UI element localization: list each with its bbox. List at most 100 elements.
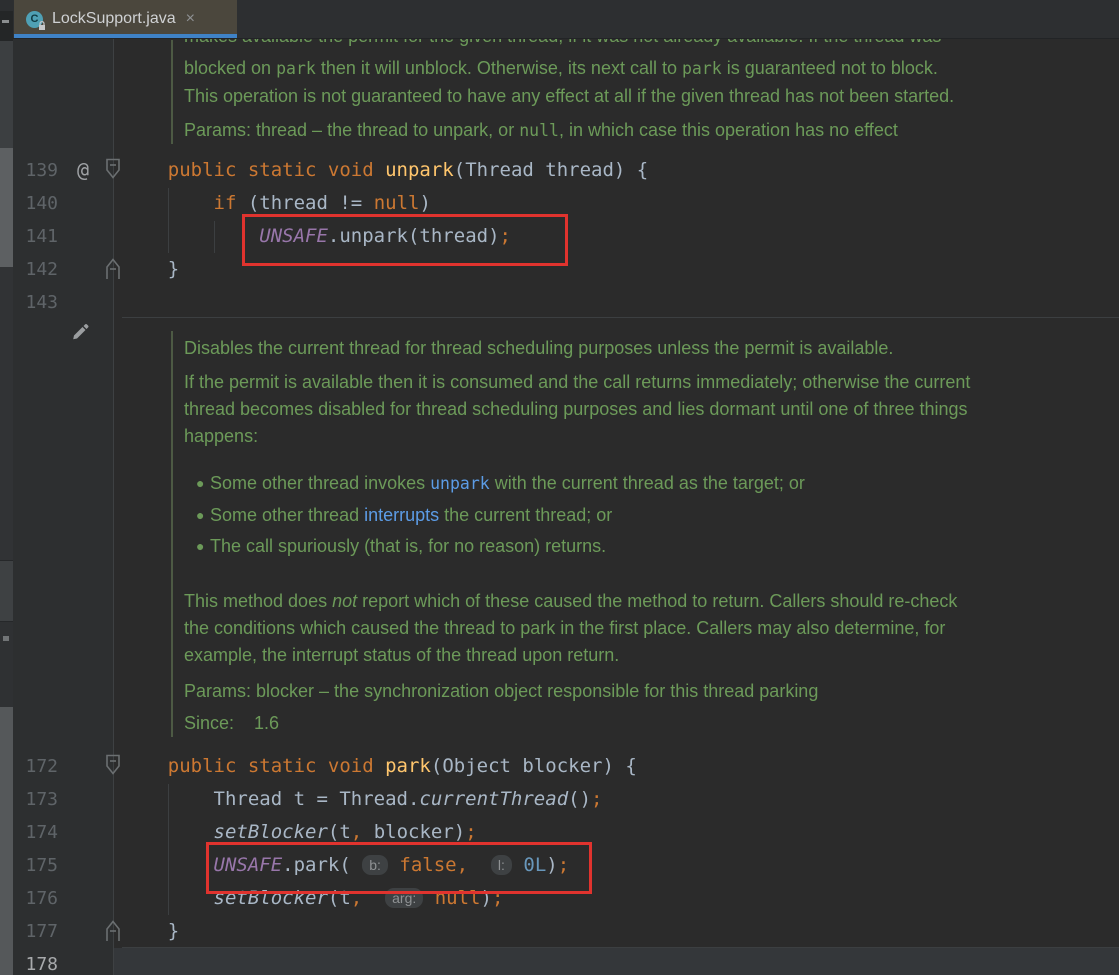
doc-text: with the current thread as the target; o… <box>490 473 805 493</box>
stripe-segment <box>0 41 13 148</box>
code-token: (thread != <box>248 192 374 214</box>
stripe-segment <box>0 0 13 11</box>
code-line-142[interactable]: } <box>122 253 179 286</box>
code-token: ; <box>465 821 476 843</box>
code-line-139[interactable]: public static void unpark(Thread thread)… <box>122 154 648 187</box>
doc-link[interactable]: unpark <box>430 474 490 493</box>
stripe-segment <box>0 621 13 708</box>
doc-text: This operation is not guaranteed to have… <box>184 86 954 106</box>
tab-close-icon[interactable]: × <box>186 11 195 27</box>
method-separator <box>122 317 1119 318</box>
doc-text: , in which case this operation has no ef… <box>559 120 898 140</box>
doc-text: report which of these caused the method … <box>357 591 957 611</box>
doc-text: then it will unblock. Otherwise, its nex… <box>316 58 682 78</box>
doc-text: park <box>682 59 722 78</box>
doc-line: If the permit is available then it is co… <box>184 368 970 396</box>
code-token: } <box>122 258 179 280</box>
doc-comment-border <box>171 331 173 737</box>
fold-end-icon[interactable] <box>103 917 123 945</box>
doc-line: example, the interrupt status of the thr… <box>184 641 619 669</box>
doc-line: blocked on park then it will unblock. Ot… <box>184 54 938 82</box>
line-number-139[interactable]: 139 <box>13 154 58 187</box>
line-number-178[interactable]: 178 <box>13 948 58 975</box>
stripe-segment <box>0 267 13 560</box>
doc-text: The call spuriously (that is, for no rea… <box>210 536 606 556</box>
doc-line: This method does not report which of the… <box>184 587 957 615</box>
code-token: if <box>214 192 248 214</box>
line-number-173[interactable]: 173 <box>13 783 58 816</box>
doc-comment-border <box>171 40 173 144</box>
stripe-dash-icon <box>2 20 9 23</box>
doc-text: This method does <box>184 591 332 611</box>
tab-locksupport-java[interactable]: C LockSupport.java × <box>14 0 237 38</box>
code-token <box>122 192 214 214</box>
code-line-172[interactable]: public static void park(Object blocker) … <box>122 750 637 783</box>
code-token: ) <box>419 192 430 214</box>
bullet-icon: ● <box>196 469 210 497</box>
line-number-140[interactable]: 140 <box>13 187 58 220</box>
line-number-176[interactable]: 176 <box>13 882 58 915</box>
fold-start-icon[interactable] <box>103 156 123 184</box>
line-number-172[interactable]: 172 <box>13 750 58 783</box>
line-number-142[interactable]: 142 <box>13 253 58 286</box>
bullet-icon: ● <box>196 532 210 560</box>
doc-line: the conditions which caused the thread t… <box>184 614 945 642</box>
code-token: blocker) <box>362 821 465 843</box>
doc-text: not <box>332 591 357 611</box>
fold-end-icon[interactable] <box>103 255 123 283</box>
line-number-174[interactable]: 174 <box>13 816 58 849</box>
code-token: setBlocker <box>214 821 328 843</box>
doc-line: Since: 1.6 <box>184 709 279 737</box>
code-token: Thread t = Thread. <box>122 788 419 810</box>
doc-line: This operation is not guaranteed to have… <box>184 82 954 110</box>
fold-start-icon[interactable] <box>103 752 123 780</box>
doc-text: the conditions which caused the thread t… <box>184 618 945 638</box>
ide-window: C LockSupport.java × 1391401411421431721… <box>0 0 1119 975</box>
code-token: (Object blocker) { <box>431 755 637 777</box>
red-highlight-box <box>242 214 568 266</box>
doc-line: Disables the current thread for thread s… <box>184 334 893 362</box>
doc-line: Params: blocker – the synchronization ob… <box>184 677 818 705</box>
java-class-icon: C <box>26 11 43 28</box>
code-token: } <box>122 920 179 942</box>
line-number-143[interactable]: 143 <box>13 286 58 319</box>
code-token: public static void <box>168 755 385 777</box>
doc-text: If the permit is available then it is co… <box>184 372 970 392</box>
code-token: public static void <box>168 159 385 181</box>
code-token: () <box>568 788 591 810</box>
code-token: ; <box>591 788 602 810</box>
doc-line: ●Some other thread invokes unpark with t… <box>196 469 805 497</box>
doc-text: Disables the current thread for thread s… <box>184 338 893 358</box>
line-number-175[interactable]: 175 <box>13 849 58 882</box>
tab-title: LockSupport.java <box>52 10 176 28</box>
edit-doc-pencil-icon[interactable] <box>68 320 92 344</box>
stripe-segment <box>0 560 13 622</box>
doc-line: ●Some other thread interrupts the curren… <box>196 501 612 529</box>
code-line-177[interactable]: } <box>122 915 179 948</box>
code-line-173[interactable]: Thread t = Thread.currentThread(); <box>122 783 602 816</box>
doc-text: Some other thread invokes <box>210 473 430 493</box>
bullet-icon: ● <box>196 501 210 529</box>
doc-text: Params: thread – the thread to unpark, o… <box>184 120 519 140</box>
line-number-141[interactable]: 141 <box>13 220 58 253</box>
stripe-dot-icon <box>3 636 9 641</box>
method-separator <box>122 947 1119 948</box>
doc-text: Since: 1.6 <box>184 713 279 733</box>
line-number-177[interactable]: 177 <box>13 915 58 948</box>
doc-text: Some other thread <box>210 505 364 525</box>
caret-line-highlight <box>114 948 1119 975</box>
code-token: currentThread <box>419 788 568 810</box>
annotation-gutter-icon[interactable]: @ <box>70 154 96 187</box>
doc-link[interactable]: interrupts <box>364 505 439 525</box>
doc-line: ●The call spuriously (that is, for no re… <box>196 532 606 560</box>
doc-text: thread becomes disabled for thread sched… <box>184 399 968 419</box>
doc-text: is guaranteed not to block. <box>722 58 938 78</box>
red-highlight-box <box>206 842 592 894</box>
code-token <box>122 755 168 777</box>
stripe-scroll-thumb[interactable] <box>0 148 13 267</box>
code-token: unpark <box>385 159 454 181</box>
stripe-scroll-thumb[interactable] <box>0 707 13 975</box>
doc-text: null <box>519 121 559 140</box>
code-token <box>122 854 214 876</box>
readonly-lock-badge <box>38 21 46 30</box>
